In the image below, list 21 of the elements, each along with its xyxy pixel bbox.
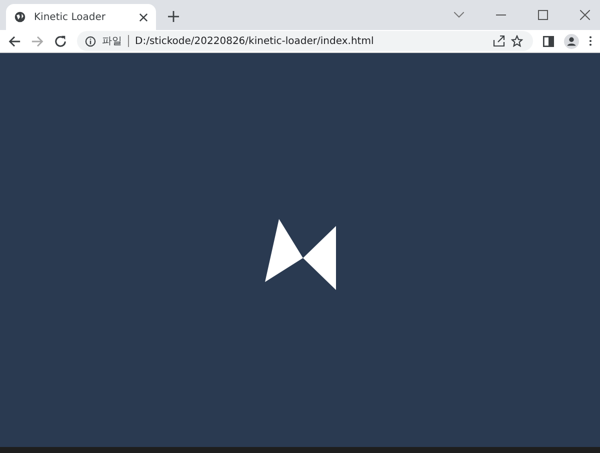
tab-title: Kinetic Loader xyxy=(34,12,106,22)
address-bar[interactable]: 파일 D:/stickode/20220826/kinetic-loader/index.html xyxy=(77,31,533,51)
share-icon[interactable] xyxy=(493,35,505,47)
browser-tab[interactable]: Kinetic Loader xyxy=(6,4,156,30)
reload-icon[interactable] xyxy=(54,34,67,48)
star-icon[interactable] xyxy=(511,35,523,47)
profile-icon[interactable] xyxy=(564,34,579,48)
loader-drawing xyxy=(265,218,337,290)
maximize-icon[interactable] xyxy=(538,10,548,20)
scheme-label: 파일 xyxy=(102,35,122,48)
back-arrow-icon[interactable] xyxy=(8,34,21,48)
globe-icon xyxy=(14,11,26,23)
side-panel-icon[interactable] xyxy=(543,36,554,46)
new-tab-icon[interactable] xyxy=(168,11,179,22)
close-icon[interactable] xyxy=(139,12,148,22)
minimize-icon[interactable] xyxy=(496,14,506,16)
url-text: D:/stickode/20220826/kinetic-loader/index.html xyxy=(135,36,374,46)
info-icon xyxy=(85,36,96,46)
close-icon[interactable] xyxy=(580,10,590,20)
chevron-down-icon[interactable] xyxy=(454,12,464,18)
menu-icon[interactable] xyxy=(589,35,592,47)
